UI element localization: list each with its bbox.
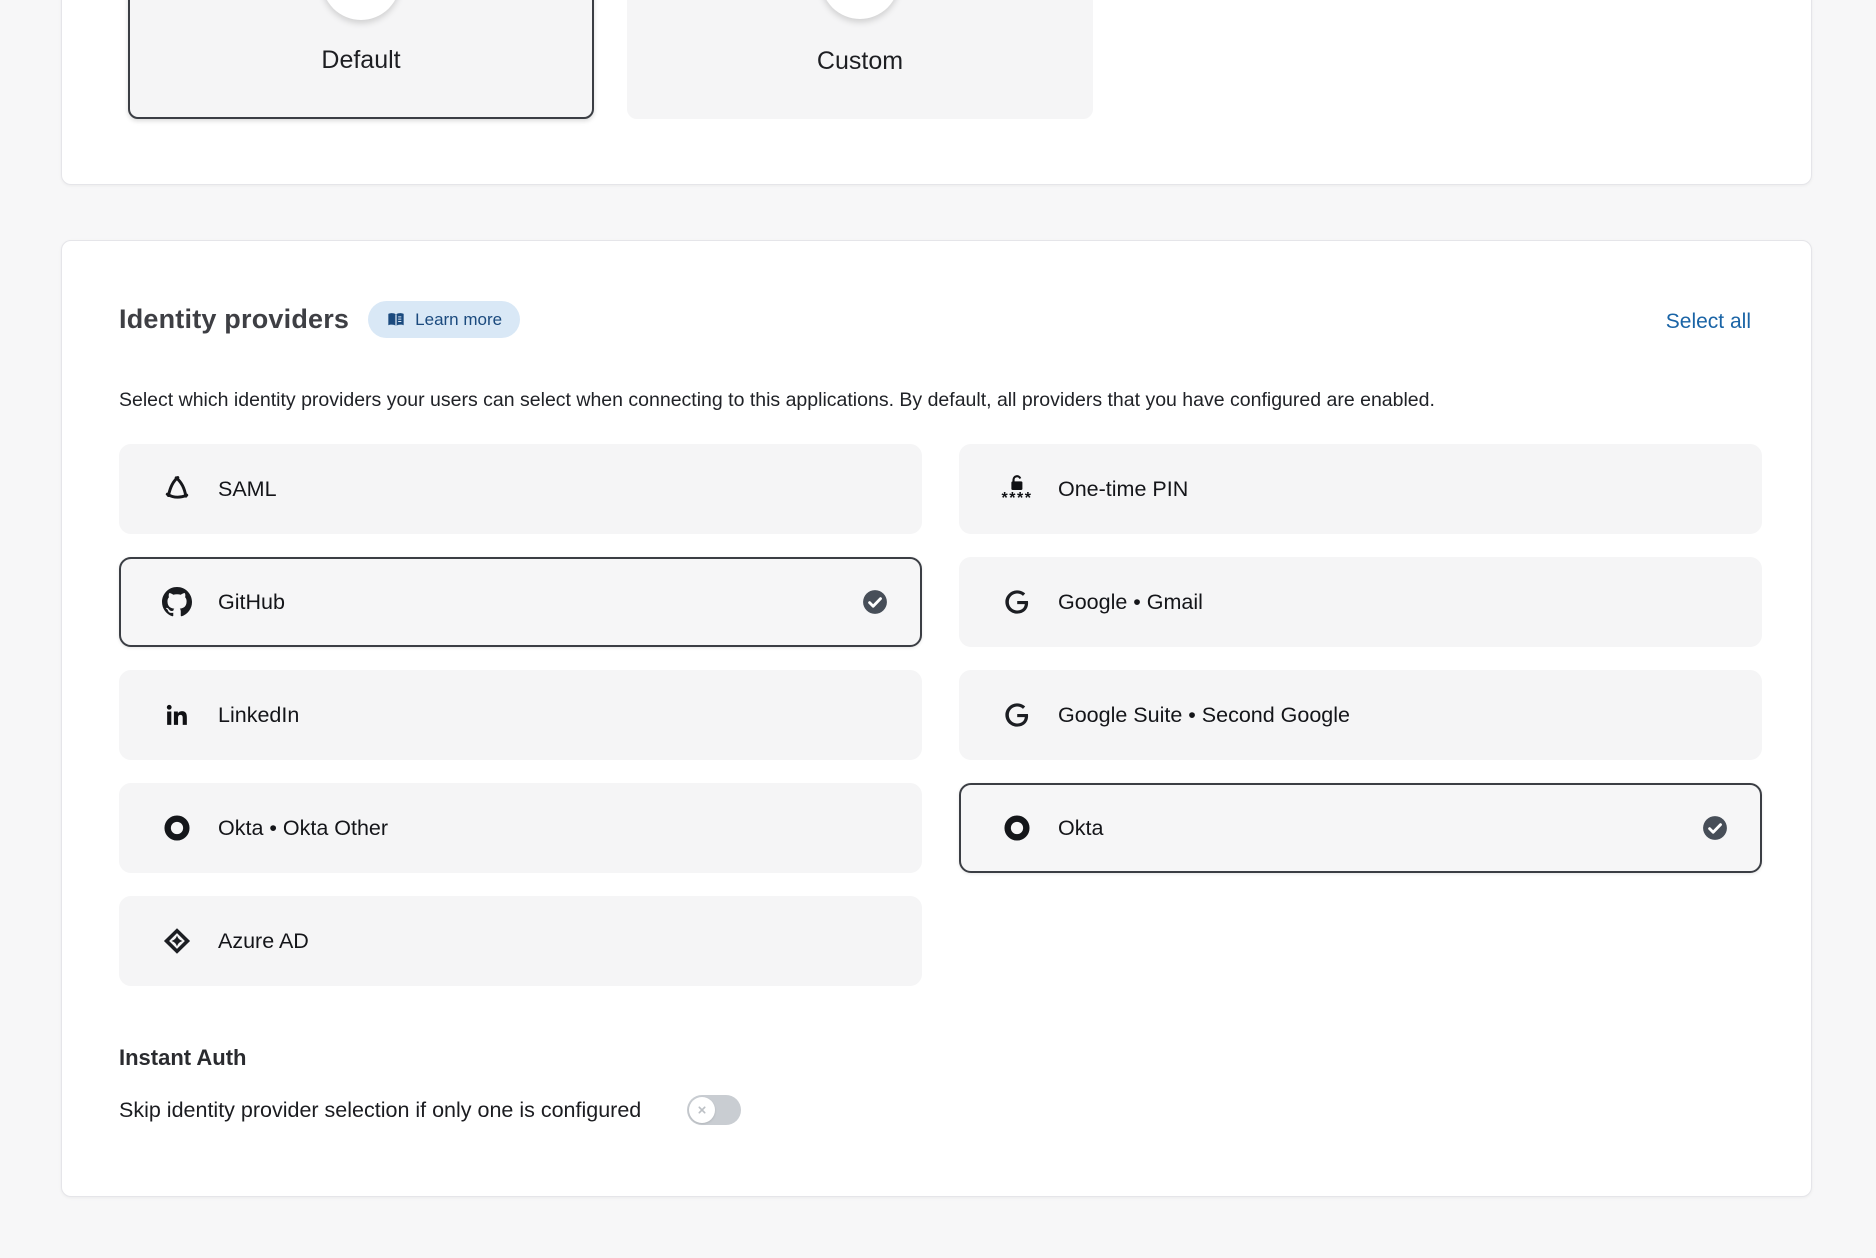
identity-providers-header: Identity providers Learn more — [119, 301, 520, 338]
book-icon — [386, 310, 406, 330]
logo-preview-circle — [821, 0, 899, 19]
appearance-option-label: Custom — [817, 47, 903, 76]
provider-row-okta-okta-other[interactable]: Okta • Okta Other — [119, 783, 922, 873]
identity-providers-panel: Identity providers Learn more Select all… — [61, 240, 1812, 1197]
learn-more-badge[interactable]: Learn more — [368, 301, 520, 338]
azure-ad-icon — [159, 925, 195, 957]
learn-more-label: Learn more — [415, 310, 502, 330]
github-icon — [159, 587, 195, 617]
provider-row-google-gmail[interactable]: Google • Gmail — [959, 557, 1762, 647]
provider-row-google-suite-second-google[interactable]: Google Suite • Second Google — [959, 670, 1762, 760]
provider-row-one-time-pin[interactable]: **** One-time PIN — [959, 444, 1762, 534]
selected-check-icon — [862, 589, 888, 615]
provider-label: SAML — [218, 477, 277, 502]
okta-icon — [999, 812, 1035, 844]
identity-providers-description: Select which identity providers your use… — [119, 389, 1435, 412]
provider-row-azure-ad[interactable]: Azure AD — [119, 896, 922, 986]
provider-row-linkedin[interactable]: LinkedIn — [119, 670, 922, 760]
instant-auth-title: Instant Auth — [119, 1045, 247, 1071]
toggle-knob-off-icon — [689, 1097, 715, 1123]
select-all-link[interactable]: Select all — [1666, 310, 1751, 334]
provider-row-okta[interactable]: Okta — [959, 783, 1762, 873]
appearance-panel: Default Custom — [61, 0, 1812, 185]
saml-icon — [159, 473, 195, 505]
google-icon — [999, 701, 1035, 729]
provider-label: Google • Gmail — [1058, 590, 1203, 615]
provider-label: One-time PIN — [1058, 477, 1188, 502]
provider-label: Okta — [1058, 816, 1103, 841]
linkedin-icon — [159, 701, 195, 729]
logo-preview-circle — [322, 0, 400, 20]
provider-label: Azure AD — [218, 929, 309, 954]
identity-providers-title: Identity providers — [119, 304, 349, 335]
appearance-option-custom[interactable]: Custom — [627, 0, 1093, 119]
provider-label: Okta • Okta Other — [218, 816, 388, 841]
one-time-pin-icon: **** — [999, 471, 1035, 507]
instant-auth-toggle-label: Skip identity provider selection if only… — [119, 1098, 641, 1123]
provider-label: Google Suite • Second Google — [1058, 703, 1350, 728]
instant-auth-toggle[interactable] — [687, 1095, 741, 1125]
provider-grid: SAML **** One-time PIN GitHub Google • G… — [119, 444, 1762, 986]
page: Default Custom Identity providers Learn … — [0, 0, 1876, 1258]
okta-icon — [159, 812, 195, 844]
selected-check-icon — [1702, 815, 1728, 841]
appearance-option-label: Default — [321, 46, 400, 75]
instant-auth-row: Skip identity provider selection if only… — [119, 1095, 741, 1125]
appearance-option-default[interactable]: Default — [128, 0, 594, 119]
provider-label: GitHub — [218, 590, 285, 615]
provider-label: LinkedIn — [218, 703, 299, 728]
provider-row-github[interactable]: GitHub — [119, 557, 922, 647]
google-icon — [999, 588, 1035, 616]
provider-row-saml[interactable]: SAML — [119, 444, 922, 534]
